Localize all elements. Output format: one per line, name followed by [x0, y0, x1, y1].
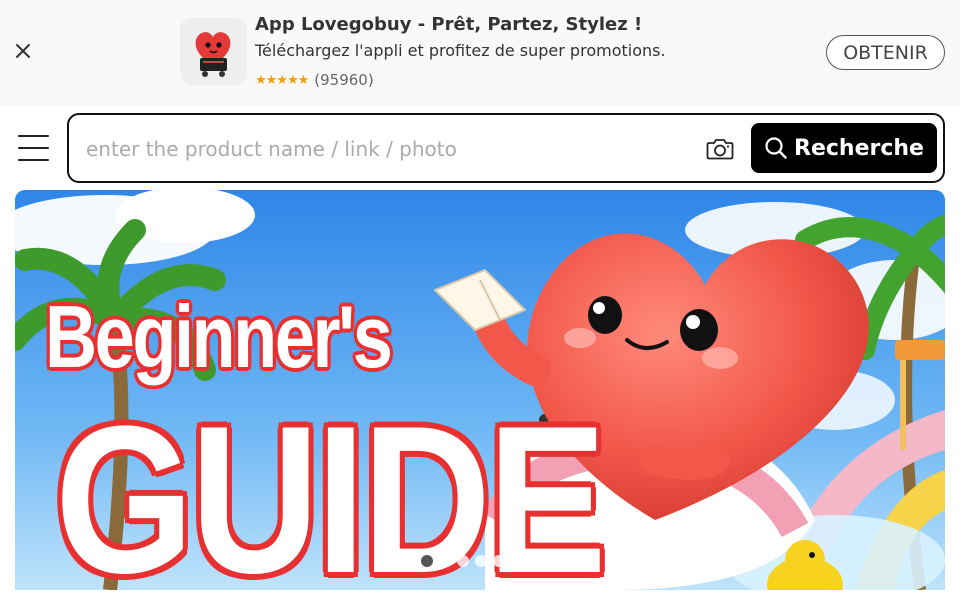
app-subtitle: Téléchargez l'appli et profitez de super… — [255, 41, 666, 60]
smart-app-banner: App Lovegobuy - Prêt, Partez, Stylez ! T… — [0, 0, 960, 106]
hamburger-menu-icon[interactable] — [18, 135, 49, 161]
hero-headline-line1: Beginner's — [45, 287, 393, 386]
carousel-dot[interactable] — [439, 555, 451, 567]
carousel-dot[interactable] — [493, 555, 505, 567]
rating-stars-icon: ★★★★★ — [255, 72, 309, 88]
hero-carousel[interactable]: Beginner's GUIDE — [15, 190, 945, 590]
carousel-dot[interactable] — [421, 555, 433, 567]
carousel-pagination — [421, 555, 541, 567]
app-icon[interactable] — [180, 18, 247, 85]
heart-mascot-cart-icon — [180, 18, 247, 85]
carousel-dot[interactable] — [457, 555, 469, 567]
app-rating: ★★★★★ (95960) — [255, 71, 374, 89]
camera-icon — [706, 139, 734, 160]
search-bar: Recherche — [67, 113, 945, 183]
carousel-dot[interactable] — [475, 555, 487, 567]
search-button-label: Recherche — [794, 135, 924, 161]
rating-count: (95960) — [314, 71, 374, 89]
close-icon — [16, 44, 30, 58]
search-input[interactable] — [86, 129, 696, 169]
image-search-button[interactable] — [705, 134, 735, 164]
search-button[interactable]: Recherche — [751, 123, 937, 173]
close-banner-button[interactable] — [10, 38, 36, 64]
search-icon — [765, 137, 787, 159]
app-title: App Lovegobuy - Prêt, Partez, Stylez ! — [255, 14, 643, 35]
carousel-dot[interactable] — [529, 555, 541, 567]
carousel-dot[interactable] — [511, 555, 523, 567]
get-app-button[interactable]: OBTENIR — [826, 35, 945, 70]
